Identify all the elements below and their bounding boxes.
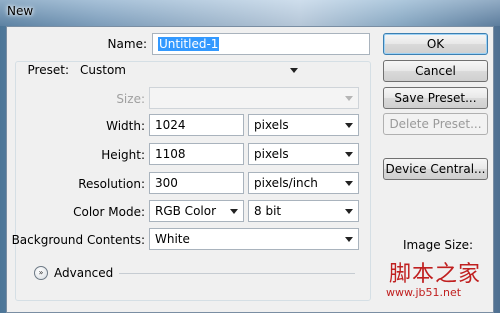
height-value: 1108 — [155, 147, 186, 161]
size-label: Size: — [116, 92, 145, 106]
chevron-down-icon — [345, 96, 353, 101]
preset-select[interactable]: Custom — [74, 59, 304, 81]
title-bar[interactable]: New — [0, 0, 500, 26]
expand-glyph: » — [38, 268, 44, 277]
color-mode-label: Color Mode: — [73, 205, 145, 219]
height-unit-value: pixels — [254, 147, 289, 161]
image-size-label: Image Size: — [403, 238, 474, 252]
width-input[interactable]: 1024 — [149, 114, 244, 136]
name-label: Name: — [107, 37, 147, 51]
delete-preset-button[interactable]: Delete Preset... — [383, 113, 488, 135]
size-select[interactable] — [149, 87, 359, 109]
chevron-down-icon — [230, 209, 238, 214]
height-unit-select[interactable]: pixels — [248, 143, 359, 165]
watermark-url: www.jb51.net — [386, 286, 462, 299]
advanced-label[interactable]: Advanced — [54, 265, 113, 281]
chevron-down-icon — [345, 209, 353, 214]
chevron-down-icon — [345, 152, 353, 157]
resolution-label: Resolution: — [78, 177, 145, 191]
background-contents-label: Background Contents: — [11, 233, 145, 247]
name-value: Untitled-1 — [158, 37, 220, 51]
advanced-divider — [119, 273, 355, 274]
height-label: Height: — [101, 148, 145, 162]
chevron-down-icon — [345, 237, 353, 242]
resolution-unit-select[interactable]: pixels/inch — [248, 172, 359, 194]
preset-label: Preset: — [27, 63, 69, 77]
resolution-unit-value: pixels/inch — [254, 176, 318, 190]
window-title: New — [7, 4, 34, 18]
name-input[interactable]: Untitled-1 — [152, 33, 370, 55]
expand-advanced-icon[interactable]: » — [34, 266, 48, 280]
chevron-down-icon — [290, 68, 298, 73]
device-central-button[interactable]: Device Central... — [383, 158, 488, 180]
cancel-button[interactable]: Cancel — [383, 60, 488, 82]
height-input[interactable]: 1108 — [149, 143, 244, 165]
resolution-input[interactable]: 300 — [149, 172, 244, 194]
width-label: Width: — [106, 119, 145, 133]
width-value: 1024 — [155, 118, 186, 132]
background-contents-select[interactable]: White — [149, 228, 359, 250]
background-contents-value: White — [155, 232, 190, 246]
resolution-value: 300 — [155, 176, 178, 190]
chevron-down-icon — [345, 181, 353, 186]
color-mode-select[interactable]: RGB Color — [149, 200, 244, 222]
watermark-text: 脚本之家 — [389, 262, 482, 287]
bit-depth-select[interactable]: 8 bit — [248, 200, 359, 222]
bit-depth-value: 8 bit — [254, 204, 282, 218]
chevron-down-icon — [345, 123, 353, 128]
color-mode-value: RGB Color — [155, 204, 217, 218]
save-preset-button[interactable]: Save Preset... — [383, 87, 488, 109]
width-unit-select[interactable]: pixels — [248, 114, 359, 136]
ok-button[interactable]: OK — [383, 33, 488, 55]
preset-value: Custom — [80, 63, 126, 77]
width-unit-value: pixels — [254, 118, 289, 132]
